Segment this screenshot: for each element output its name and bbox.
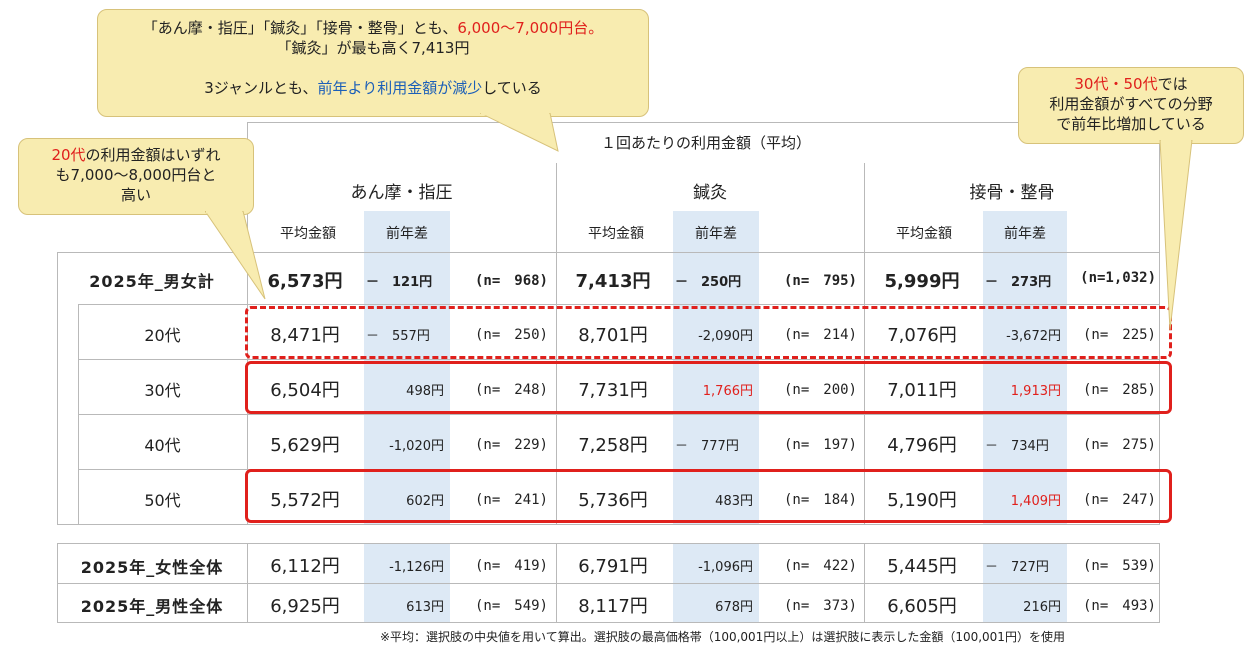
n-total-1: (n= 968) xyxy=(474,273,548,289)
callout-top: 「あん摩・指圧」「鍼灸」「接骨・整骨」とも、6,000～7,000円台。 「鍼灸… xyxy=(97,9,649,117)
avg-40s-2: 7,258円 xyxy=(578,435,648,456)
avg-total-2: 7,413円 xyxy=(575,271,651,292)
n-female-1: (n= 419) xyxy=(474,558,548,574)
diff-total-3: － 273円 xyxy=(985,275,1052,290)
genre-anma: あん摩・指圧 xyxy=(350,183,453,203)
callout-left-line1: 20代の利用金額はいずれ xyxy=(19,145,253,165)
avg-male-1: 6,925円 xyxy=(270,596,340,617)
callout-top-line1-red: 6,000～7,000円台。 xyxy=(457,19,604,37)
n-40s-3: (n= 275) xyxy=(1082,437,1156,453)
n-total-2: (n= 795) xyxy=(783,273,857,289)
callout-top-line2: 「鍼灸」が最も高く7,413円 xyxy=(276,39,470,57)
table-gap xyxy=(57,525,1177,543)
genre-divider-2 xyxy=(864,163,865,253)
callout-top-line1: 「あん摩・指圧」「鍼灸」「接骨・整骨」とも、6,000～7,000円台。 xyxy=(98,18,648,38)
callout-left: 20代の利用金額はいずれ も7,000～8,000円台と 高い xyxy=(18,138,254,215)
avg-male-3: 6,605円 xyxy=(887,596,957,617)
n-40s-2: (n= 197) xyxy=(783,437,857,453)
footnote: ※平均：選択肢の中央値を用いて算出。選択肢の最高価格帯（100,001円以上）は… xyxy=(380,630,1065,644)
diff-male-2: 678円 xyxy=(715,600,753,615)
genre-shinkyu: 鍼灸 xyxy=(693,183,727,203)
diff-male-1: 613円 xyxy=(406,600,444,615)
row-line-1 xyxy=(78,304,1160,305)
avg-40s-1: 5,629円 xyxy=(270,435,340,456)
callout-top-line3-post: している xyxy=(482,79,542,97)
col-diff-1: 前年差 xyxy=(386,226,428,242)
n-male-3: (n= 493) xyxy=(1082,598,1156,614)
callout-top-line3-blue: 前年より利用金額が減少 xyxy=(317,79,483,97)
callout-right-line2: 利用金額がすべての分野 xyxy=(1049,95,1213,113)
callout-right-text0: では xyxy=(1157,75,1188,93)
n-male-1: (n= 549) xyxy=(474,598,548,614)
callout-left-pointer xyxy=(205,211,266,300)
callout-right-red: 30代・50代 xyxy=(1074,75,1158,93)
callout-left-line3: 高い xyxy=(120,186,151,204)
row-line-3 xyxy=(78,414,1160,415)
callout-right: 30代・50代では 利用金額がすべての分野 で前年比増加している xyxy=(1018,67,1244,144)
col-avg-3: 平均金額 xyxy=(896,226,952,242)
diff-total-1: － 121円 xyxy=(366,275,433,290)
avg-40s-3: 4,796円 xyxy=(887,435,957,456)
callout-top-line3-text: 3ジャンルとも、 xyxy=(204,79,318,97)
diff-male-3: 216円 xyxy=(1023,600,1061,615)
diff-total-2: － 250円 xyxy=(675,275,742,290)
highlight-box-50s xyxy=(245,469,1172,523)
row-label-30s: 30代 xyxy=(144,381,181,400)
callout-right-line3: で前年比増加している xyxy=(1056,115,1206,133)
summary-div-b xyxy=(556,543,557,623)
col-avg-2: 平均金額 xyxy=(588,226,644,242)
n-40s-1: (n= 229) xyxy=(474,437,548,453)
row-label-40s: 40代 xyxy=(144,436,181,455)
diff-40s-1: -1,020円 xyxy=(389,439,444,454)
diff-female-1: -1,126円 xyxy=(389,560,444,575)
row-label-male: 2025年_男性全体 xyxy=(80,597,224,616)
callout-top-line1-text: 「あん摩・指圧」「鍼灸」「接骨・整骨」とも、 xyxy=(142,19,458,37)
n-male-2: (n= 373) xyxy=(783,598,857,614)
row-label-female: 2025年_女性全体 xyxy=(80,558,224,577)
summary-top-line xyxy=(57,543,1160,544)
summary-mid-line xyxy=(57,583,1160,584)
highlight-box-30s xyxy=(245,361,1172,414)
callout-right-line1: 30代・50代では xyxy=(1019,74,1243,94)
summary-div-a xyxy=(247,543,248,623)
table-left-line xyxy=(57,252,58,524)
diff-female-3: － 727円 xyxy=(985,560,1049,575)
diff-40s-2: － 777円 xyxy=(675,439,739,454)
col-diff-3: 前年差 xyxy=(1004,226,1046,242)
genre-divider-1 xyxy=(556,163,557,253)
callout-left-text1: の利用金額はいずれ xyxy=(85,146,221,164)
summary-right-line xyxy=(1159,543,1160,623)
callout-left-red: 20代 xyxy=(51,146,86,164)
col-diff-2: 前年差 xyxy=(695,226,737,242)
callout-left-line2: も7,000～8,000円台と xyxy=(55,166,217,184)
avg-female-3: 5,445円 xyxy=(887,556,957,577)
row-label-50s: 50代 xyxy=(144,491,181,510)
n-female-2: (n= 422) xyxy=(783,558,857,574)
callout-top-pointer xyxy=(480,113,559,152)
table-title: １回あたりの利用金額（平均） xyxy=(600,134,811,152)
n-female-3: (n= 539) xyxy=(1082,558,1156,574)
genre-sekkotsu: 接骨・整骨 xyxy=(969,183,1055,203)
callout-right-pointer xyxy=(1159,140,1193,331)
diff-female-2: -1,096円 xyxy=(698,560,753,575)
diff-40s-3: － 734円 xyxy=(985,439,1049,454)
avg-female-2: 6,791円 xyxy=(578,556,648,577)
summary-div-c xyxy=(864,543,865,623)
avg-male-2: 8,117円 xyxy=(578,596,648,617)
row-line-2 xyxy=(78,359,1160,360)
callout-top-line3: 3ジャンルとも、前年より利用金額が減少している xyxy=(98,78,648,98)
table-bottom-line xyxy=(57,524,1160,525)
row-label-20s: 20代 xyxy=(144,326,181,345)
avg-total-3: 5,999円 xyxy=(884,271,960,292)
avg-female-1: 6,112円 xyxy=(270,556,340,577)
highlight-box-20s xyxy=(245,306,1172,359)
summary-bottom-line xyxy=(57,622,1160,623)
